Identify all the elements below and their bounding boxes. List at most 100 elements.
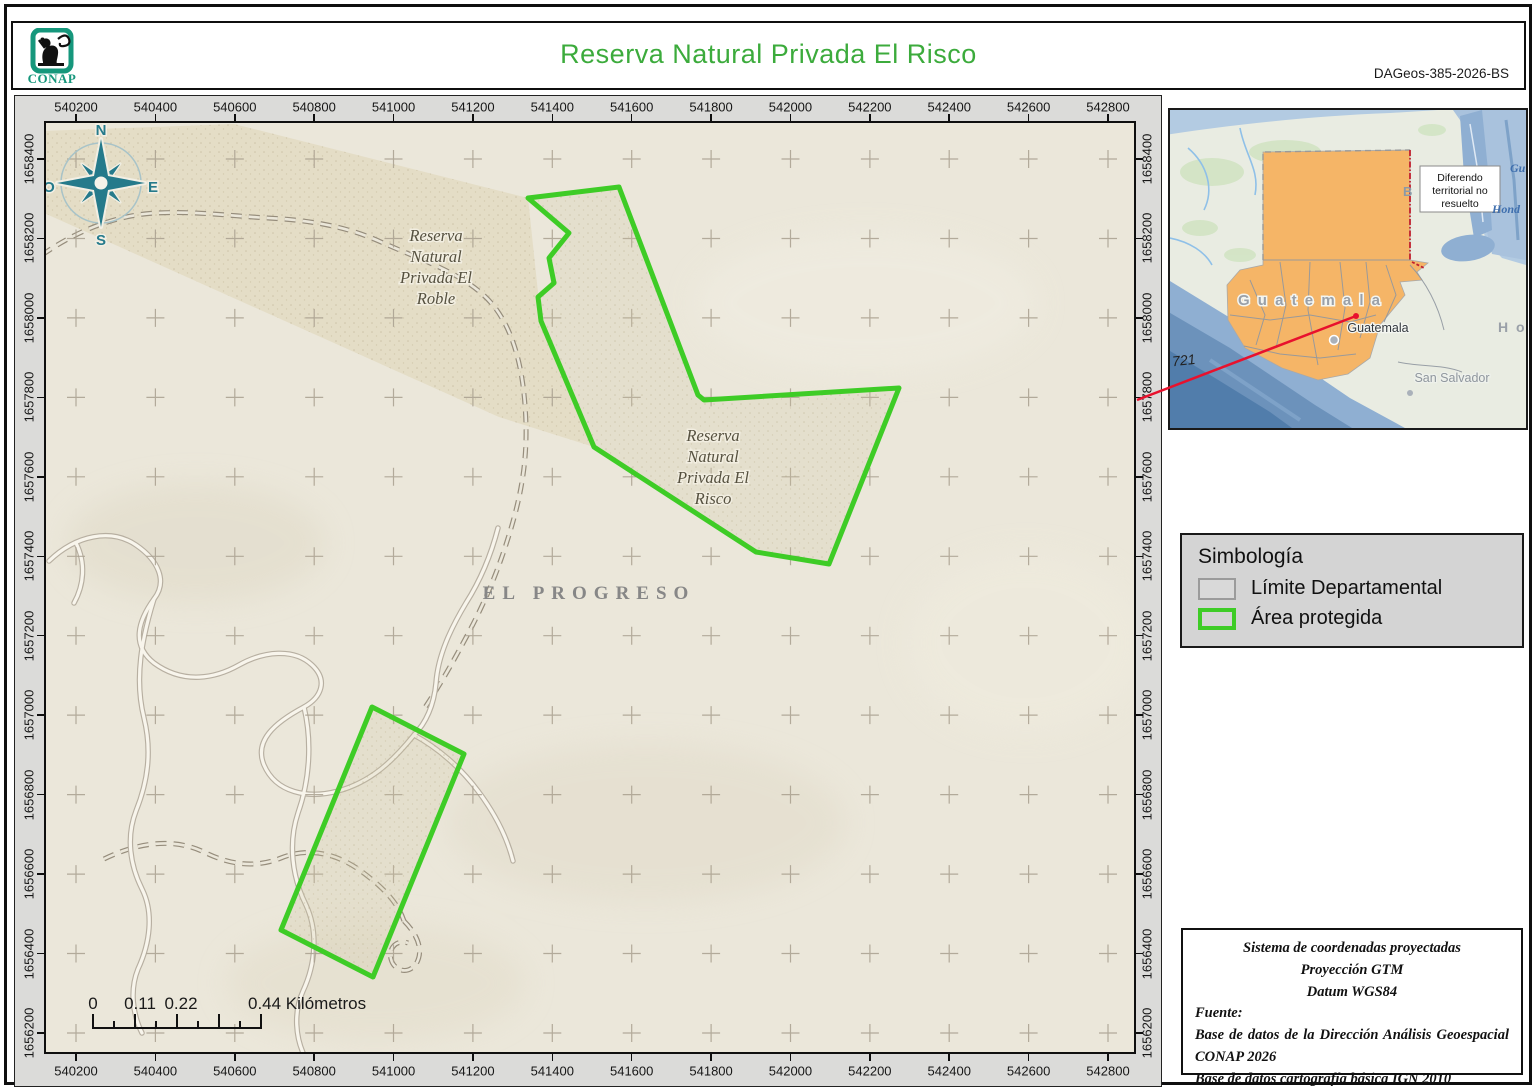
x-coordinate-label-bottom: 541000 (371, 1063, 416, 1079)
grid-tick-top (75, 114, 77, 121)
y-coordinate-label-left: 1658200 (21, 213, 37, 264)
grid-tick-left (37, 714, 44, 716)
x-coordinate-label-bottom: 541200 (451, 1063, 495, 1079)
grid-tick-bottom (313, 1054, 315, 1061)
x-coordinate-label-bottom: 540200 (54, 1063, 98, 1079)
departmental-limit-swatch (1198, 577, 1236, 600)
reserve-swath-el-roble (46, 124, 594, 447)
grid-tick-top (234, 114, 236, 121)
x-coordinate-label-top: 540400 (133, 99, 178, 115)
grid-tick-right (1136, 714, 1143, 716)
map-frame: Reserva Natural Privada El Roble Reserva… (14, 95, 1162, 1087)
svg-text:Risco: Risco (694, 489, 732, 508)
grid-tick-top (1107, 114, 1109, 121)
legend-item-limite: Límite Departamental (1198, 577, 1522, 600)
x-coordinate-label-top: 540600 (213, 99, 257, 115)
gulf-label-fragment: Gu (1510, 161, 1526, 175)
y-coordinate-label-left: 1657600 (21, 451, 37, 503)
grid-tick-top (948, 114, 950, 121)
grid-tick-right (1136, 476, 1143, 478)
y-coordinate-label-left: 1656600 (21, 848, 37, 900)
map-canvas: Reserva Natural Privada El Roble Reserva… (44, 121, 1136, 1054)
grid-tick-right (1136, 396, 1143, 399)
grid-tick-left (37, 952, 44, 955)
y-coordinate-label-left: 1656200 (21, 1007, 37, 1059)
y-coordinate-label-left: 1657200 (21, 610, 37, 661)
grid-tick-top (1027, 114, 1030, 121)
grid-tick-left (37, 317, 44, 319)
x-coordinate-label-bottom: 542000 (768, 1063, 813, 1079)
grid-tick-bottom (551, 1054, 554, 1061)
x-coordinate-label-bottom: 541800 (689, 1063, 733, 1079)
svg-text:Roble: Roble (416, 289, 456, 308)
grid-tick-left (37, 1032, 44, 1034)
x-coordinate-label-top: 542400 (927, 99, 971, 115)
x-coordinate-label-top: 542600 (1006, 99, 1051, 115)
inset-locator-map: Diferendo territorial no resuelto G u a … (1168, 108, 1528, 430)
grid-tick-left (37, 634, 44, 637)
label-el-risco: Reserva (685, 426, 739, 445)
san-salvador-label: San Salvador (1414, 371, 1489, 385)
x-coordinate-label-top: 542800 (1086, 99, 1130, 115)
grid-tick-top (710, 114, 712, 121)
grid-tick-bottom (75, 1054, 77, 1061)
x-coordinate-label-top: 541400 (530, 99, 574, 115)
svg-text:Privada El: Privada El (399, 268, 472, 287)
grid-tick-right (1136, 237, 1143, 240)
svg-text:Natural: Natural (686, 447, 739, 466)
honduras-gray-fragment: H o (1498, 319, 1526, 335)
grid-tick-left (37, 476, 44, 478)
grid-tick-top (313, 114, 315, 121)
grid-tick-bottom (789, 1054, 792, 1061)
y-coordinate-label-left: 1656400 (21, 928, 37, 979)
grid-tick-top (551, 114, 554, 121)
svg-text:0.11: 0.11 (124, 994, 156, 1013)
grid-tick-right (1136, 1032, 1143, 1034)
x-coordinate-label-top: 541600 (609, 99, 654, 115)
svg-text:Privada El: Privada El (676, 468, 749, 487)
source-info-box: Sistema de coordenadas proyectadas Proye… (1181, 928, 1523, 1087)
grid-tick-right (1136, 158, 1143, 160)
compass-south-label: S (96, 232, 106, 249)
grid-tick-right (1136, 793, 1143, 796)
compass-east-label: E (148, 179, 158, 196)
grid-tick-right (1136, 555, 1143, 557)
y-coordinate-label-left: 1658000 (21, 292, 37, 344)
x-coordinate-label-bottom: 540800 (292, 1063, 336, 1079)
x-coordinate-label-top: 540200 (54, 99, 98, 115)
grid-tick-bottom (1107, 1054, 1109, 1061)
label-el-roble: Reserva (408, 226, 462, 245)
grid-tick-top (154, 114, 157, 121)
svg-text:resuelto: resuelto (1441, 198, 1479, 210)
svg-text:0.44 Kilómetros: 0.44 Kilómetros (248, 994, 366, 1013)
document-id: DAGeos-385-2026-BS (1373, 66, 1509, 81)
svg-text:0: 0 (88, 994, 97, 1013)
san-salvador-dot (1407, 390, 1413, 396)
projection-line: Proyección GTM (1300, 961, 1404, 978)
grid-tick-left (37, 158, 44, 160)
y-coordinate-label-left: 1657000 (21, 689, 37, 741)
y-coordinate-label-left: 1657800 (21, 372, 37, 423)
grid-tick-right (1136, 634, 1143, 637)
grid-tick-top (789, 114, 792, 121)
map-graphics: Reserva Natural Privada El Roble Reserva… (46, 123, 1134, 1052)
x-coordinate-label-bottom: 541600 (609, 1063, 654, 1079)
map-document-page: CONAP Reserva Natural Privada El Risco D… (0, 0, 1536, 1089)
x-coordinate-label-top: 542200 (848, 99, 892, 115)
fuente-label: Fuente: (1195, 1005, 1243, 1022)
grid-tick-right (1136, 952, 1143, 955)
grid-tick-left (37, 555, 44, 557)
legend-item-label: Límite Departamental (1251, 577, 1443, 599)
grid-tick-bottom (948, 1054, 950, 1061)
x-coordinate-label-bottom: 542800 (1086, 1063, 1130, 1079)
svg-text:territorial no: territorial no (1432, 185, 1488, 197)
x-coordinate-label-bottom: 542400 (927, 1063, 971, 1079)
crs-line: Sistema de coordenadas proyectadas (1243, 940, 1461, 956)
grid-tick-left (37, 793, 44, 796)
y-coordinate-label-left: 1656800 (21, 769, 37, 820)
honduras-label-fragment: Hond (1491, 202, 1521, 216)
belize-label-fragment: B (1403, 184, 1412, 199)
capital-city-dot (1328, 334, 1340, 346)
grid-tick-bottom (472, 1054, 474, 1061)
legend-box: Simbología Límite Departamental Área pro… (1180, 533, 1524, 648)
